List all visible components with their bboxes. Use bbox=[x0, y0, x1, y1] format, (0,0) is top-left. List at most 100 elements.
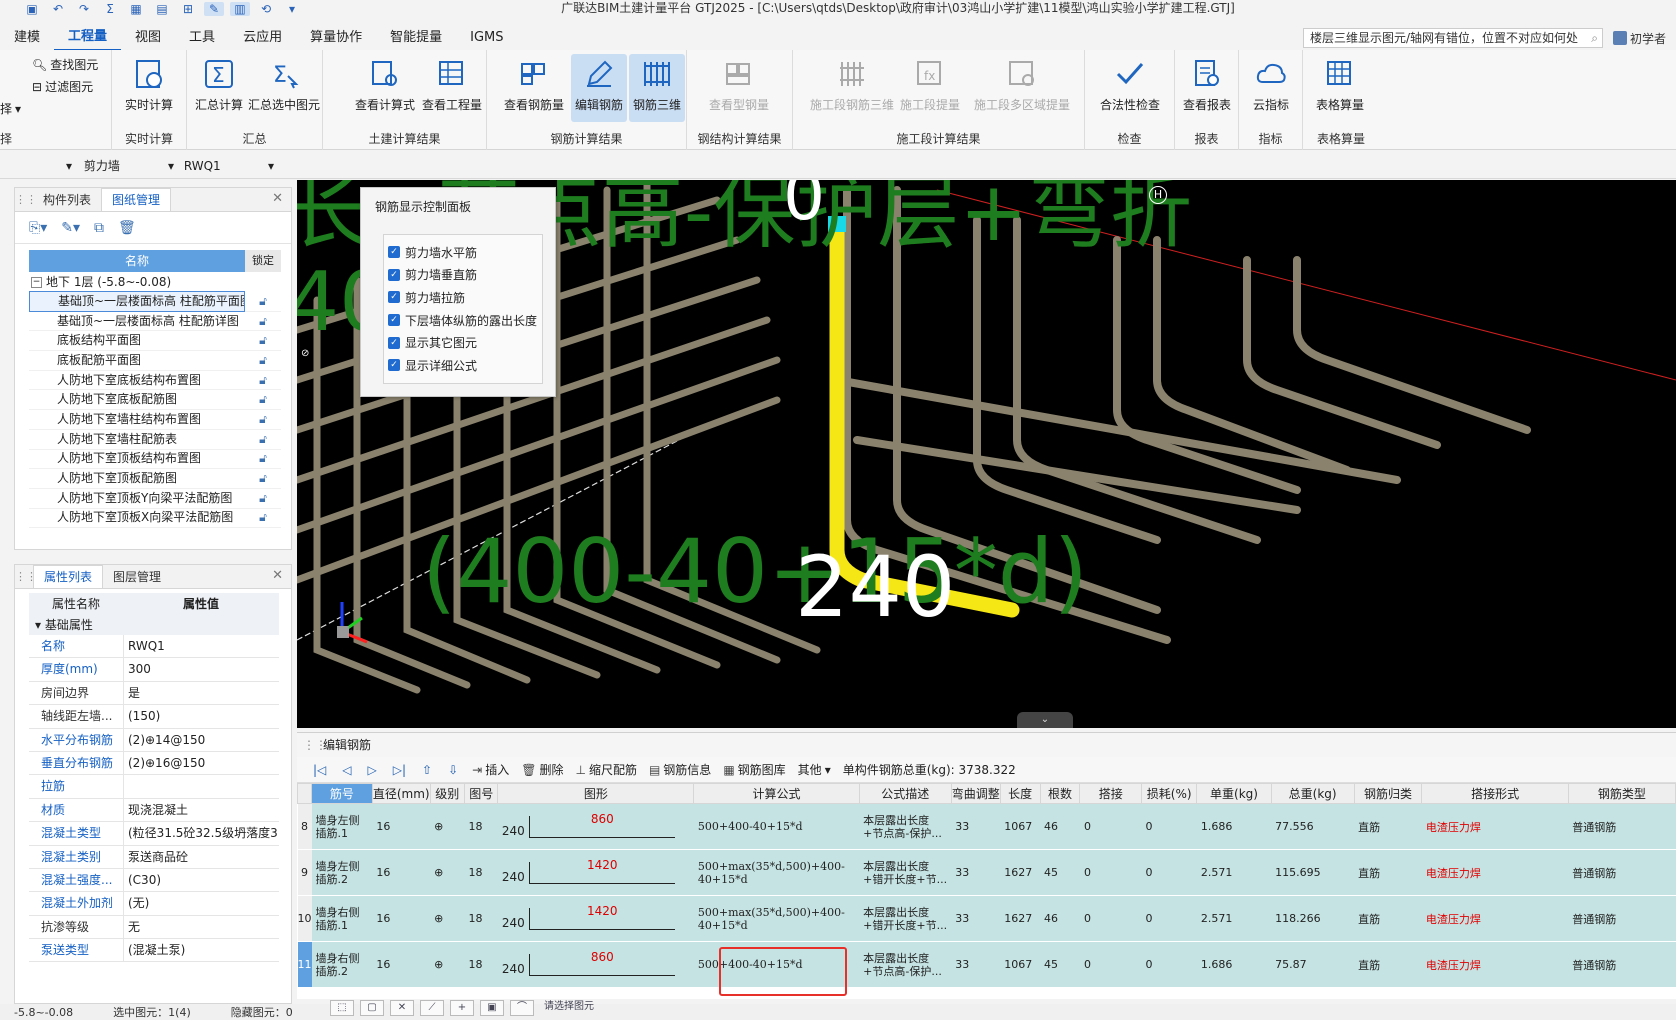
next-row-icon[interactable]: ▷ bbox=[360, 763, 385, 777]
lock-icon[interactable]: 🔓︎ bbox=[245, 371, 281, 390]
cell-grade[interactable]: ⊕ bbox=[430, 803, 465, 850]
chevron-down-icon[interactable]: ⌄ bbox=[1017, 712, 1073, 728]
cell-lap[interactable]: 0 bbox=[1079, 941, 1142, 988]
cell-lap[interactable]: 0 bbox=[1079, 803, 1142, 850]
property-group[interactable]: ▾ 基础属性 bbox=[29, 615, 279, 635]
control-option[interactable]: ✓ 剪力墙水平筋 bbox=[384, 241, 542, 264]
find-element-button[interactable]: 🔍︎ 查找图元 bbox=[32, 56, 98, 73]
column-header[interactable]: 钢筋类型 bbox=[1567, 783, 1676, 804]
cell-cls[interactable]: 直筋 bbox=[1354, 895, 1422, 942]
column-header[interactable]: 损耗(%) bbox=[1141, 783, 1198, 804]
drawing-item[interactable]: 底板配筋平面图 🔓︎ bbox=[29, 351, 281, 371]
summary-selected-button[interactable]: Σ 汇总选中图元 bbox=[247, 54, 321, 122]
property-row[interactable]: 垂直分布钢筋 (2)⊕16@150 bbox=[29, 751, 279, 776]
rebar-3d-button[interactable]: 钢筋三维 bbox=[629, 54, 685, 122]
cell-unit[interactable]: 1.686 bbox=[1196, 803, 1272, 850]
user-account[interactable]: 初学者 bbox=[1612, 30, 1666, 47]
cell-name[interactable]: 墙身左侧插筋.2 bbox=[311, 849, 373, 896]
cell-bend[interactable]: 33 bbox=[951, 941, 1001, 988]
drawing-item[interactable]: 人防地下室顶板X向梁平法配筋图 🔓︎ bbox=[29, 509, 281, 529]
menu-smart[interactable]: 智能提量 bbox=[376, 26, 456, 50]
menu-modeling[interactable]: 建模 bbox=[0, 26, 54, 50]
rebar-shape-cell[interactable]: 240 1420 bbox=[497, 849, 694, 896]
segment-quantity-button[interactable]: fx 施工段提量 bbox=[897, 54, 963, 122]
control-option[interactable]: ✓ 剪力墙拉筋 bbox=[384, 286, 542, 309]
property-value[interactable]: 无 bbox=[123, 915, 279, 939]
property-row[interactable]: 名称 RWQ1 bbox=[29, 635, 279, 659]
control-option[interactable]: ✓ 剪力墙垂直筋 bbox=[384, 264, 542, 287]
view-report-button[interactable]: 查看报表 bbox=[1177, 54, 1237, 122]
tab-component-list[interactable]: 构件列表 bbox=[33, 189, 101, 211]
scale-rebar-button[interactable]: ⊥ 缩尺配筋 bbox=[569, 761, 642, 778]
menu-collab[interactable]: 算量协作 bbox=[296, 26, 376, 50]
grid-icon[interactable]: ▤ bbox=[152, 2, 172, 16]
column-header[interactable]: 弯曲调整 bbox=[950, 783, 1001, 804]
property-value[interactable]: (C30) bbox=[123, 868, 279, 892]
property-value[interactable]: (混凝土泵) bbox=[123, 939, 279, 962]
drawing-item[interactable]: 基础顶~一层楼面标高 柱配筋详图 🔓︎ bbox=[29, 312, 281, 332]
copy-drawing-icon[interactable]: ⧉ bbox=[94, 220, 104, 236]
select-mode-icon[interactable]: ⬚ bbox=[330, 1000, 354, 1016]
lock-icon[interactable]: 🔓︎ bbox=[245, 390, 281, 409]
view-quantity-button[interactable]: 查看工程量 bbox=[419, 54, 485, 122]
collapse-icon[interactable]: − bbox=[31, 276, 42, 288]
move-up-icon[interactable]: ⇧ bbox=[414, 763, 440, 777]
cell-loss[interactable]: 0 bbox=[1141, 941, 1197, 988]
undo-icon[interactable]: ↶ bbox=[48, 2, 68, 16]
view-formula-button[interactable]: 查看计算式 bbox=[351, 54, 419, 122]
last-row-icon[interactable]: ▷| bbox=[385, 763, 414, 777]
property-row[interactable]: 水平分布钢筋 (2)⊕14@150 bbox=[29, 728, 279, 752]
refresh-icon[interactable]: ⟲ bbox=[256, 2, 276, 16]
cell-bend[interactable]: 33 bbox=[951, 849, 1001, 896]
cell-unit[interactable]: 2.571 bbox=[1196, 895, 1272, 942]
search-icon[interactable]: ⌕ bbox=[1591, 29, 1598, 47]
cell-count[interactable]: 45 bbox=[1040, 941, 1080, 988]
cell-type[interactable]: 普通钢筋 bbox=[1568, 941, 1676, 988]
line-tool-icon[interactable]: ⟋ bbox=[420, 1000, 444, 1016]
rebar-3d-icon[interactable]: ▥ bbox=[230, 2, 250, 16]
realtime-calc-button[interactable]: 实时计算 bbox=[118, 54, 180, 122]
row-number[interactable]: 8 bbox=[297, 803, 312, 850]
property-value[interactable]: 是 bbox=[123, 681, 279, 705]
property-row[interactable]: 混凝土强度... (C30) bbox=[29, 868, 279, 893]
legality-check-button[interactable]: 合法性检查 bbox=[1097, 54, 1163, 122]
drawing-item[interactable]: 人防地下室顶板Y向梁平法配筋图 🔓︎ bbox=[29, 489, 281, 509]
snap-icon[interactable]: ⌒ bbox=[510, 1000, 534, 1016]
cell-bend[interactable]: 33 bbox=[951, 895, 1001, 942]
drawing-item[interactable]: 人防地下室墙柱配筋表 🔓︎ bbox=[29, 430, 281, 450]
view-icon[interactable]: ▦ bbox=[126, 2, 146, 16]
add-tool-icon[interactable]: + bbox=[450, 1000, 474, 1016]
delete-button[interactable]: 🗑︎ 删除 bbox=[515, 761, 569, 778]
cell-desc[interactable]: 本层露出长度+节点高-保护... bbox=[859, 941, 952, 988]
control-option[interactable]: ✓ 显示其它图元 bbox=[384, 331, 542, 354]
cell-dia[interactable]: 16 bbox=[372, 941, 431, 988]
tab-layer-management[interactable]: 图层管理 bbox=[103, 566, 171, 588]
cell-dia[interactable]: 16 bbox=[372, 849, 431, 896]
drawing-item[interactable]: 人防地下室顶板配筋图 🔓︎ bbox=[29, 469, 281, 489]
property-value[interactable]: 300 bbox=[123, 658, 279, 681]
property-value[interactable]: (2)⊕16@150 bbox=[123, 751, 279, 775]
cell-formula[interactable]: 500+max(35*d,500)+400-40+15*d bbox=[693, 895, 860, 942]
element-name-select[interactable]: ▾ RWQ1 ▾ bbox=[168, 157, 278, 175]
cell-total[interactable]: 77.556 bbox=[1271, 803, 1355, 850]
column-header[interactable]: 计算公式 bbox=[693, 783, 860, 804]
cell-lapform[interactable]: 电渣压力焊 bbox=[1421, 849, 1569, 896]
lock-icon[interactable]: 🔓︎ bbox=[245, 508, 281, 527]
property-row[interactable]: 拉筋 bbox=[29, 775, 279, 799]
row-number[interactable]: 9 bbox=[297, 849, 312, 896]
cell-loss[interactable]: 0 bbox=[1141, 895, 1197, 942]
checkbox-checked-icon[interactable]: ✓ bbox=[388, 246, 400, 259]
cell-bend[interactable]: 33 bbox=[951, 803, 1001, 850]
cell-dia[interactable]: 16 bbox=[372, 895, 431, 942]
property-value[interactable]: 现浇混凝土 bbox=[123, 798, 279, 822]
add-drawing-icon[interactable]: ⎘▾ bbox=[29, 220, 47, 236]
drawing-item[interactable]: 人防地下室底板配筋图 🔓︎ bbox=[29, 390, 281, 411]
checkbox-checked-icon[interactable]: ✓ bbox=[388, 268, 400, 281]
row-number[interactable]: 10 bbox=[297, 895, 312, 942]
menu-cloud[interactable]: 云应用 bbox=[229, 26, 296, 50]
menu-view[interactable]: 视图 bbox=[121, 26, 175, 50]
column-header[interactable]: 搭接 bbox=[1079, 783, 1143, 804]
cell-fig[interactable]: 18 bbox=[464, 895, 498, 942]
lock-icon[interactable]: 🔓︎ bbox=[245, 312, 281, 331]
cell-cls[interactable]: 直筋 bbox=[1354, 941, 1422, 988]
